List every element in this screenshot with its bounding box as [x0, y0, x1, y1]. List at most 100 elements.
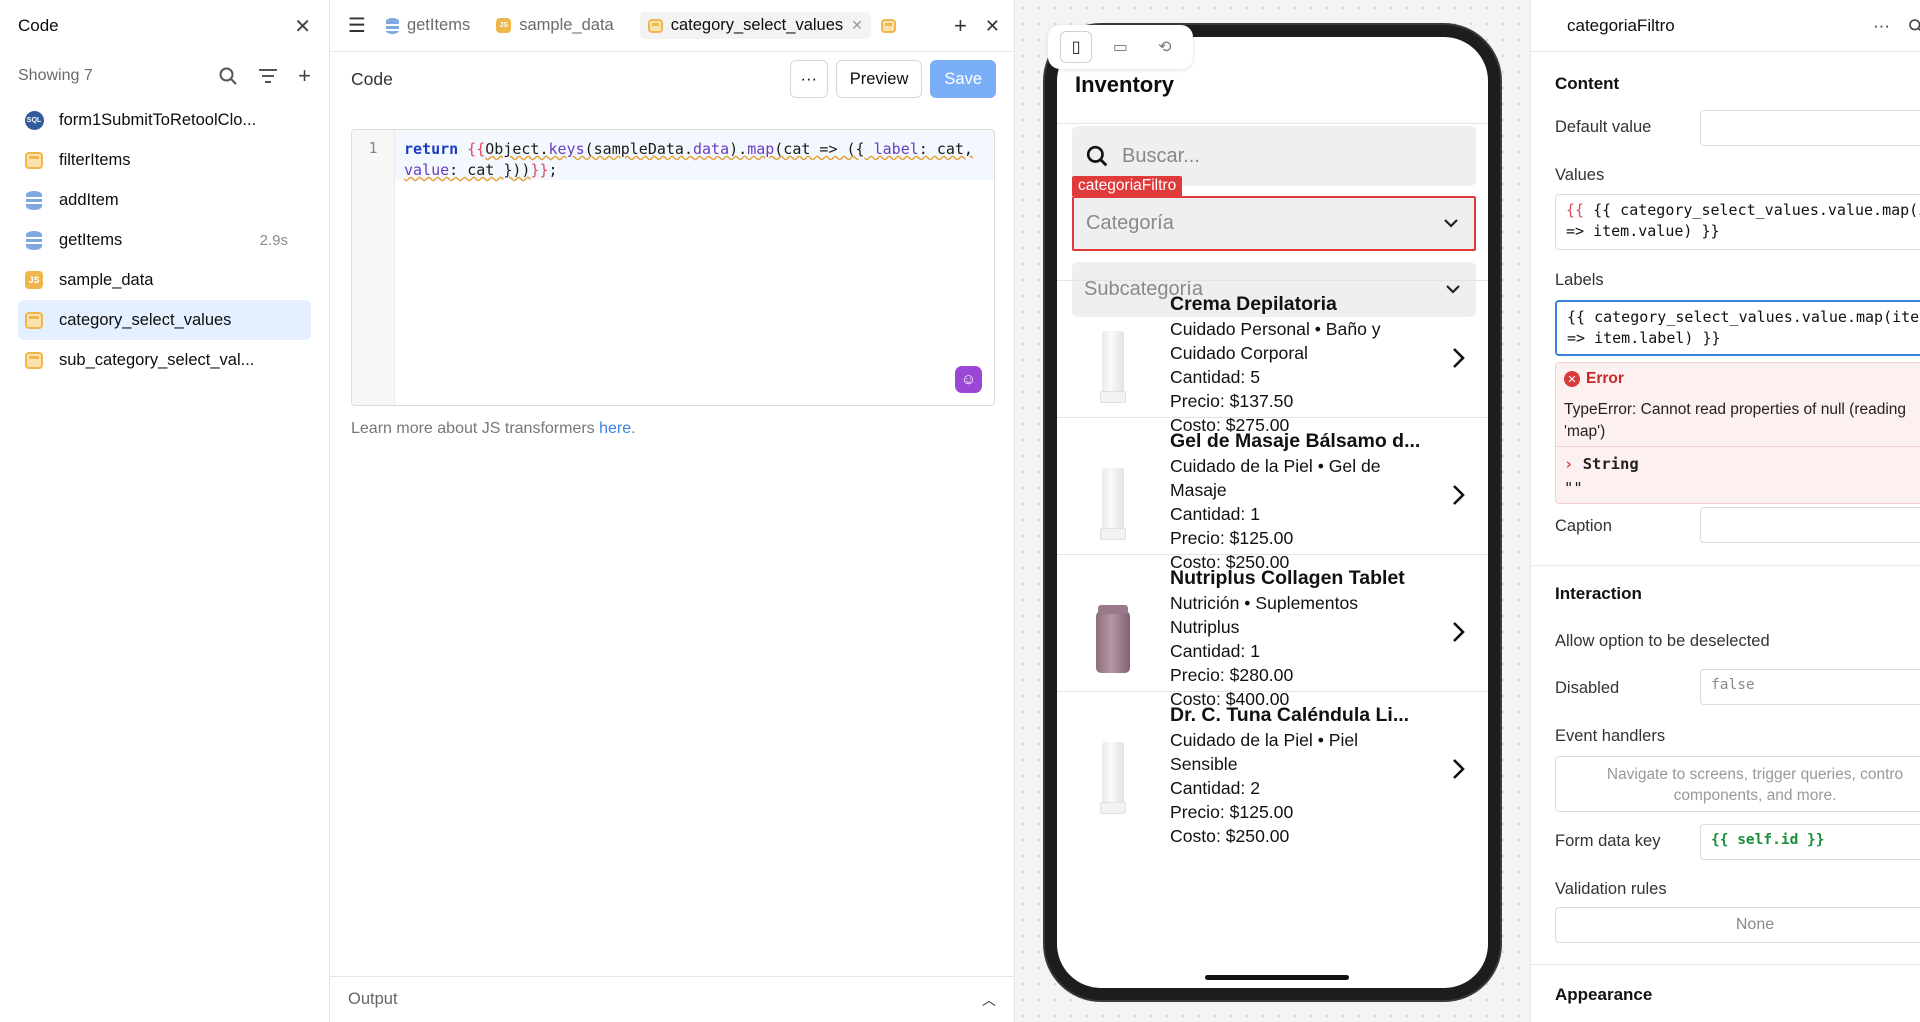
query-item[interactable]: category_select_values — [18, 300, 311, 340]
category-select[interactable]: Categoría — [1072, 196, 1476, 251]
product-line1: Cuidado de la Piel • Gel de — [1170, 456, 1381, 476]
interaction-heading: Interaction — [1555, 584, 1642, 603]
error-title: Error — [1586, 370, 1624, 387]
code-squiggle: Object.keys(sampleData.data).map(cat => … — [404, 140, 973, 179]
product-cost: Costo: $250.00 — [1170, 826, 1290, 846]
code-token: ). — [729, 140, 748, 158]
product-price: Precio: $125.00 — [1170, 802, 1294, 822]
more-button[interactable]: ··· — [789, 60, 828, 98]
header-divider — [1057, 123, 1488, 124]
code-text: {{ category_select_values.value.map(ite — [1567, 308, 1920, 326]
tabs-actions: + ✕ — [940, 0, 1014, 51]
save-button[interactable]: Save — [930, 60, 996, 98]
code-token: Object. — [485, 140, 549, 158]
query-item[interactable]: SQL form1SubmitToRetoolClo... — [18, 100, 311, 140]
transformer-icon — [23, 309, 45, 331]
code-line: => item.value) }} — [1566, 221, 1920, 242]
tab-category-select-values[interactable]: category_select_values ✕ — [639, 12, 871, 39]
product-image-shape — [1100, 331, 1126, 403]
transformer-icon — [23, 349, 45, 371]
chevron-right-icon[interactable] — [1452, 617, 1466, 651]
close-editor-icon[interactable]: ✕ — [985, 16, 1000, 37]
code-token: : cat })) — [449, 161, 531, 179]
code-token: data — [693, 140, 730, 158]
product-card[interactable]: Dr. C. Tuna Caléndula Li... Cuidado de la… — [1057, 691, 1488, 859]
component-name[interactable]: categoriaFiltro — [1567, 16, 1675, 36]
values-label: Values — [1555, 166, 1605, 184]
more-icon[interactable]: ··· — [1873, 16, 1890, 36]
error-type[interactable]: › String — [1564, 455, 1639, 473]
event-handlers-field[interactable]: Navigate to screens, trigger queries, co… — [1555, 756, 1920, 812]
tab-sample-data[interactable]: JS sample_data — [496, 16, 614, 35]
chevron-up-icon[interactable]: ︿ — [982, 990, 996, 1010]
menu-icon[interactable]: ☰ — [348, 13, 366, 38]
query-item-label: form1SubmitToRetoolClo... — [59, 110, 257, 129]
tab-label: category_select_values — [670, 16, 844, 34]
section-divider — [1531, 565, 1920, 566]
code-line: => item.label) }} — [1567, 328, 1920, 349]
disabled-label: Disabled — [1555, 679, 1620, 697]
preview-button[interactable]: Preview — [835, 60, 923, 98]
values-field[interactable]: {{ {{ category_select_values.value.map(i… — [1555, 194, 1920, 250]
chevron-right-icon[interactable] — [1452, 480, 1466, 514]
tablet-view-icon[interactable]: ▭ — [1104, 31, 1136, 63]
ai-assist-icon[interactable]: ☺ — [955, 366, 982, 393]
new-tab-icon[interactable]: + — [954, 13, 967, 39]
add-icon[interactable]: + — [298, 63, 311, 89]
product-price: Precio: $125.00 — [1170, 528, 1294, 548]
search-icon[interactable] — [1908, 18, 1920, 34]
query-item[interactable]: getItems 2.9s — [18, 220, 311, 260]
tab-close-icon[interactable]: ✕ — [851, 17, 863, 34]
filter-icon[interactable] — [258, 68, 278, 84]
validation-field[interactable]: None — [1555, 907, 1920, 943]
placeholder-line: components, and more. — [1673, 787, 1837, 804]
caption-field[interactable] — [1700, 507, 1920, 543]
product-image — [1095, 468, 1131, 540]
tab-label: getItems — [406, 16, 471, 34]
editor-panel: ☰ getItems JS sample_data category_select… — [330, 0, 1015, 1022]
transformer-icon — [647, 18, 663, 33]
query-item[interactable]: JS sample_data — [18, 260, 311, 300]
product-price: Precio: $280.00 — [1170, 665, 1294, 685]
transformer-icon-glyph — [25, 311, 43, 329]
chevron-right-icon[interactable] — [1452, 754, 1466, 788]
query-item-label: getItems — [59, 230, 123, 249]
product-line2: Nutriplus — [1170, 617, 1240, 637]
database-icon-glyph — [26, 230, 42, 250]
learn-more-text: Learn more about JS transformers here. — [351, 420, 636, 438]
code-panel-toolbar: Showing 7 + — [0, 52, 329, 100]
inspector-header: categoriaFiltro ··· — [1531, 0, 1920, 52]
transformer-icon — [880, 18, 896, 33]
product-details: Nutriplus Collagen Tablet Nutrición • Sup… — [1170, 565, 1440, 711]
search-icon[interactable] — [218, 66, 238, 86]
product-line2: Masaje — [1170, 480, 1227, 500]
code-title: Code — [351, 68, 393, 89]
product-details: Gel de Masaje Bálsamo d... Cuidado de la … — [1170, 428, 1440, 574]
output-panel-header[interactable]: Output ︿ — [330, 976, 1014, 1022]
query-item[interactable]: filterItems — [18, 140, 311, 180]
error-line: 'map') — [1564, 423, 1606, 440]
phone-view-icon[interactable]: ▯ — [1060, 31, 1093, 63]
tab-overflow[interactable] — [880, 18, 896, 33]
product-price: Precio: $137.50 — [1170, 391, 1294, 411]
code-token: }} — [530, 161, 549, 179]
query-item[interactable]: sub_category_select_val... — [18, 340, 311, 380]
form-key-field[interactable]: {{ self.id }} — [1700, 824, 1920, 860]
tab-getitems[interactable]: getItems — [385, 16, 471, 35]
query-item[interactable]: addItem — [18, 180, 311, 220]
code-line: {{ {{ category_select_values.value.map(i… — [1566, 200, 1920, 221]
disabled-field[interactable]: false — [1700, 669, 1920, 705]
labels-field[interactable]: {{ category_select_values.value.map(ite =… — [1555, 300, 1920, 356]
error-icon: ✕ — [1564, 371, 1580, 387]
default-value-field[interactable] — [1700, 110, 1920, 146]
rotate-icon[interactable]: ⟲ — [1149, 31, 1181, 63]
chevron-right-icon[interactable] — [1452, 343, 1466, 377]
close-icon[interactable]: ✕ — [294, 14, 311, 39]
product-name: Gel de Masaje Bálsamo d... — [1170, 430, 1421, 452]
error-line: TypeError: Cannot read properties of nul… — [1564, 401, 1907, 418]
code-editor[interactable]: 1 return {{Object.keys(sampleData.data).… — [351, 129, 995, 406]
editor-tabs: ☰ getItems JS sample_data category_select… — [330, 0, 1014, 52]
learn-more-link[interactable]: here — [599, 420, 631, 437]
code-content: return {{Object.keys(sampleData.data).ma… — [404, 139, 984, 181]
product-image-shape — [1096, 605, 1130, 673]
